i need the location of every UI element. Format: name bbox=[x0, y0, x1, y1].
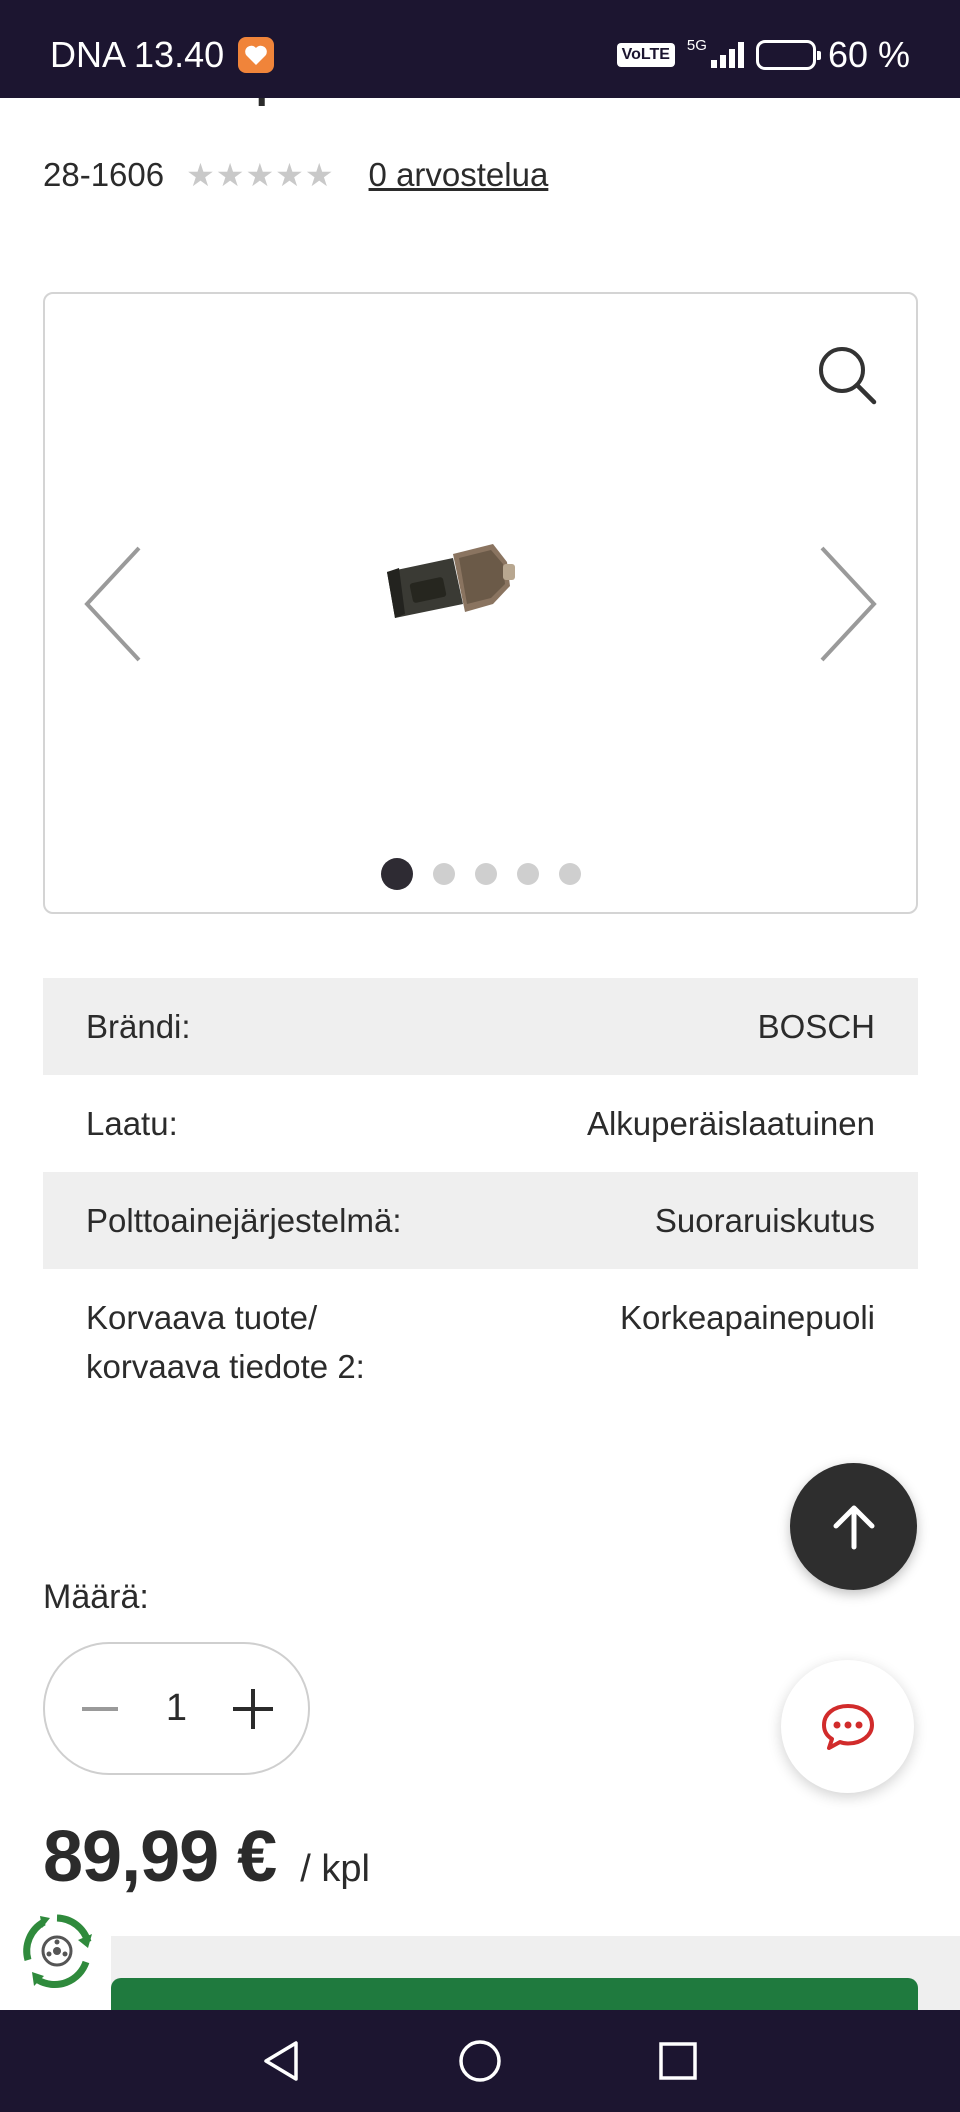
product-image[interactable] bbox=[375, 534, 525, 634]
recycle-badge-icon[interactable] bbox=[18, 1912, 96, 1990]
battery-icon-front bbox=[755, 40, 821, 70]
quantity-label: Määrä: bbox=[43, 1578, 149, 1616]
home-icon[interactable] bbox=[456, 2037, 504, 2085]
spec-value: Korkeapainepuoli bbox=[619, 1299, 875, 1336]
signal-icon-front bbox=[710, 42, 744, 68]
product-meta: 28-1606 ★★★★★ 0 arvostelua bbox=[43, 156, 548, 194]
spec-key: Polttoainejärjestelmä: bbox=[86, 1202, 402, 1239]
plus-icon bbox=[232, 1688, 273, 1729]
decrease-button[interactable] bbox=[73, 1682, 127, 1736]
spec-value: Suoraruiskutus bbox=[654, 1202, 875, 1239]
spec-row: Korvaava tuote/ korvaava tiedote 2: Korke… bbox=[43, 1269, 918, 1415]
status-left-front: DNA 13.40 bbox=[50, 34, 275, 76]
heart-app-icon-front bbox=[238, 37, 275, 73]
status-right-front: VoLTE 5G 60 % bbox=[616, 34, 910, 76]
spec-value: BOSCH bbox=[757, 1008, 875, 1045]
product-gallery[interactable] bbox=[43, 292, 918, 914]
battery-percent-front: 60 % bbox=[827, 34, 910, 75]
quantity-value[interactable]: 1 bbox=[166, 1687, 187, 1730]
carrier-time-front: DNA 13.40 bbox=[50, 34, 225, 75]
price-unit: / kpl bbox=[300, 1848, 370, 1890]
chat-bubble-icon bbox=[821, 1703, 874, 1750]
gallery-pagination bbox=[45, 858, 916, 890]
volte-icon-front: VoLTE bbox=[616, 43, 675, 67]
spec-table: Brändi: BOSCH Laatu: Alkuperäislaatuinen Pol… bbox=[43, 978, 918, 1415]
status-bar-front: DNA 13.40 VoLTE 5G 60 % bbox=[0, 0, 960, 98]
back-icon[interactable] bbox=[258, 2037, 306, 2085]
spec-row: Brändi: BOSCH bbox=[43, 978, 918, 1075]
reviews-link[interactable]: 0 arvostelua bbox=[369, 156, 549, 194]
spec-key: Korvaava tuote/ korvaava tiedote 2: bbox=[86, 1299, 365, 1385]
spec-row: Laatu: Alkuperäislaatuinen bbox=[43, 1075, 918, 1172]
price-row: 89,99 € / kpl bbox=[43, 1816, 370, 1898]
chevron-right-icon[interactable] bbox=[812, 542, 882, 666]
spec-key: Brändi: bbox=[86, 1008, 191, 1045]
spec-row: Polttoainejärjestelmä: Suoraruiskutus bbox=[43, 1172, 918, 1269]
minus-icon bbox=[82, 1706, 118, 1711]
gallery-dot[interactable] bbox=[558, 863, 581, 885]
magnifier-icon[interactable] bbox=[814, 342, 880, 408]
quantity-stepper: 1 bbox=[43, 1642, 310, 1775]
network-type-front: 5G bbox=[686, 36, 707, 54]
chevron-left-icon[interactable] bbox=[79, 542, 149, 666]
recents-icon[interactable] bbox=[654, 2037, 702, 2085]
gallery-dot[interactable] bbox=[516, 863, 539, 885]
chat-button[interactable] bbox=[781, 1660, 914, 1793]
spec-key: Laatu: bbox=[86, 1105, 178, 1142]
product-code: 28-1606 bbox=[43, 156, 165, 193]
spec-value: Alkuperäislaatuinen bbox=[586, 1105, 875, 1142]
gallery-dot[interactable] bbox=[432, 863, 455, 885]
scroll-top-button[interactable] bbox=[790, 1463, 917, 1590]
rating-stars: ★★★★★ bbox=[186, 157, 335, 193]
price: 89,99 € bbox=[43, 1817, 277, 1897]
arrow-up-icon bbox=[833, 1505, 874, 1549]
system-nav-bar bbox=[0, 2010, 960, 2112]
increase-button[interactable] bbox=[226, 1682, 280, 1736]
gallery-dot[interactable] bbox=[474, 863, 497, 885]
gallery-dot[interactable] bbox=[380, 858, 413, 890]
